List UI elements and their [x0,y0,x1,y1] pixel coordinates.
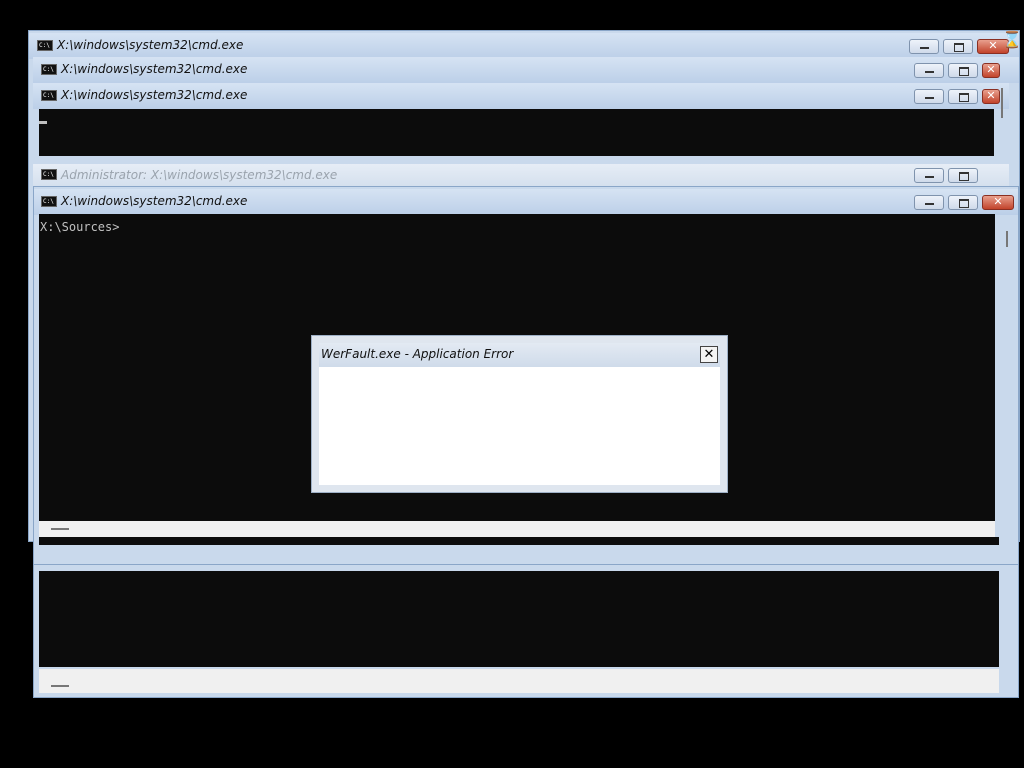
cmd-window-main-titlebar[interactable]: C:\ X:\windows\system32\cmd.exe [34,189,1018,215]
close-icon[interactable]: ✕ [700,346,718,363]
cmd-window-2-titlebar[interactable]: C:\ X:\windows\system32\cmd.exe [33,57,1019,83]
window-title: Administrator: X:\windows\system32\cmd.e… [61,168,338,182]
cmd-window-1-titlebar[interactable]: C:\ X:\windows\system32\cmd.exe [29,33,1019,59]
dialog-title: WerFault.exe - Application Error [321,347,514,361]
admin-cmd-window-titlebar[interactable]: C:\ Administrator: X:\windows\system32\c… [33,164,1009,186]
command-prompt: X:\Sources> [40,220,120,234]
scrollbar-thumb[interactable] [51,528,69,530]
minimize-button[interactable] [914,63,944,78]
console-area[interactable] [39,109,994,156]
close-button[interactable] [982,89,1000,104]
window-title: X:\windows\system32\cmd.exe [61,194,248,208]
window-title: X:\windows\system32\cmd.exe [57,38,244,52]
text-cursor [39,121,47,124]
window-border [39,537,999,545]
minimize-button[interactable] [914,168,944,183]
minimize-button[interactable] [914,195,944,210]
maximize-button[interactable] [948,89,978,104]
cmd-icon: C:\ [41,90,57,101]
window-title: X:\windows\system32\cmd.exe [61,62,248,76]
horizontal-scrollbar[interactable] [39,521,995,537]
cmd-window-3[interactable]: C:\ X:\windows\system32\cmd.exe [33,83,1009,158]
maximize-button[interactable] [948,195,978,210]
cmd-icon: C:\ [41,169,57,180]
admin-cmd-window[interactable]: C:\ Administrator: X:\windows\system32\c… [33,164,1009,186]
cmd-window-lower[interactable] [33,564,1019,698]
console-area[interactable] [39,571,999,667]
horizontal-scrollbar[interactable] [39,669,999,693]
minimize-button[interactable] [909,39,939,54]
cmd-icon: C:\ [41,196,57,207]
cmd-window-3-titlebar[interactable]: C:\ X:\windows\system32\cmd.exe [33,83,1009,109]
window-title: X:\windows\system32\cmd.exe [61,88,248,102]
hourglass-cursor-icon: ⌛ [1002,30,1022,49]
close-button[interactable] [982,195,1014,210]
maximize-button[interactable] [948,168,978,183]
cmd-window-2[interactable]: C:\ X:\windows\system32\cmd.exe [33,57,1019,83]
close-button[interactable] [982,63,1000,78]
minimize-button[interactable] [914,89,944,104]
dialog-titlebar[interactable]: WerFault.exe - Application Error ✕ [319,343,720,367]
maximize-button[interactable] [948,63,978,78]
cmd-icon: C:\ [37,40,53,51]
application-error-dialog[interactable]: WerFault.exe - Application Error ✕ [311,335,728,493]
scrollbar-thumb[interactable] [1001,88,1003,118]
scrollbar-thumb[interactable] [51,685,69,687]
cmd-icon: C:\ [41,64,57,75]
dialog-body [319,367,720,485]
scrollbar-thumb[interactable] [1006,231,1008,247]
maximize-button[interactable] [943,39,973,54]
